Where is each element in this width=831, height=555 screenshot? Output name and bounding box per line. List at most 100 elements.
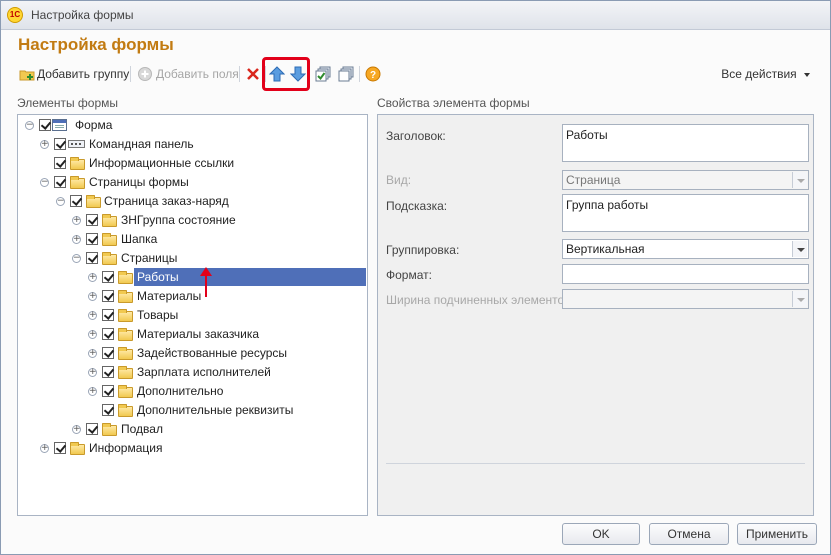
collapse-icon[interactable]: − <box>72 254 81 263</box>
tree-item[interactable]: + ЗНГруппа состояние <box>18 211 367 230</box>
tree-item[interactable]: Информационные ссылки <box>18 154 367 173</box>
tree-item[interactable]: + Шапка <box>18 230 367 249</box>
tree-item[interactable]: − Страница заказ-наряд <box>18 192 367 211</box>
folder-icon <box>102 423 117 436</box>
divider <box>386 463 805 464</box>
tree-item[interactable]: − Форма <box>18 116 367 135</box>
all-actions-menu[interactable]: Все действия <box>721 67 810 81</box>
folder-icon <box>70 442 85 455</box>
expand-icon[interactable]: + <box>88 349 97 358</box>
apply-button[interactable]: Применить <box>737 523 817 545</box>
tree-item-label: Материалы <box>137 289 202 303</box>
grouping-select[interactable]: Вертикальная <box>562 239 809 259</box>
element-properties-label: Свойства элемента формы <box>377 96 530 110</box>
folder-icon <box>118 347 133 360</box>
folder-icon <box>86 195 101 208</box>
dropdown-arrow-icon <box>804 72 810 77</box>
tree-item-checkbox[interactable] <box>86 233 98 245</box>
folder-icon <box>118 271 133 284</box>
expand-icon[interactable]: + <box>88 387 97 396</box>
form-elements-tree[interactable]: − Форма + Командная панель Информационные сс… <box>17 114 368 516</box>
tree-item-checkbox[interactable] <box>54 176 66 188</box>
format-field[interactable] <box>562 264 809 284</box>
element-properties-panel: Заголовок: Работы Вид: Страница Подсказк… <box>377 114 814 516</box>
delete-button[interactable] <box>245 64 261 84</box>
collapse-icon[interactable]: − <box>25 121 34 130</box>
tree-item-checkbox[interactable] <box>102 309 114 321</box>
tree-item[interactable]: + Подвал <box>18 420 367 439</box>
tree-item-checkbox[interactable] <box>54 138 66 150</box>
tree-item-checkbox[interactable] <box>102 404 114 416</box>
kind-select[interactable]: Страница <box>562 170 809 190</box>
tree-item-checkbox[interactable] <box>86 252 98 264</box>
copy-list-icon <box>338 66 354 82</box>
expand-icon[interactable]: + <box>88 292 97 301</box>
expand-icon[interactable]: + <box>72 235 81 244</box>
svg-text:?: ? <box>370 70 376 81</box>
tree-item[interactable]: + Дополнительно <box>18 382 367 401</box>
expand-icon[interactable]: + <box>88 273 97 282</box>
check-list-icon <box>315 66 331 82</box>
check-all-button[interactable] <box>315 64 331 84</box>
expand-icon[interactable]: + <box>72 216 81 225</box>
tree-item-checkbox[interactable] <box>86 214 98 226</box>
folder-icon <box>102 252 117 265</box>
tree-item[interactable]: + Командная панель <box>18 135 367 154</box>
title-field[interactable]: Работы <box>562 124 809 162</box>
tree-item[interactable]: − Страницы <box>18 249 367 268</box>
tree-item-label: Информация <box>89 441 163 455</box>
title-field-label: Заголовок: <box>386 129 446 143</box>
uncheck-all-button[interactable] <box>338 64 354 84</box>
folder-icon <box>118 309 133 322</box>
ok-button[interactable]: OK <box>562 523 640 545</box>
folder-icon <box>70 157 85 170</box>
tree-item[interactable]: + Материалы <box>18 287 367 306</box>
tree-item[interactable]: + Работы <box>18 268 367 287</box>
tree-item[interactable]: − Страницы формы <box>18 173 367 192</box>
collapse-icon[interactable]: − <box>40 178 49 187</box>
tree-item-checkbox[interactable] <box>86 423 98 435</box>
help-button[interactable]: ? <box>365 64 381 84</box>
dropdown-arrow-icon <box>792 241 807 257</box>
tree-item[interactable]: + Материалы заказчика <box>18 325 367 344</box>
tree-item-checkbox[interactable] <box>54 442 66 454</box>
tree-item[interactable]: + Зарплата исполнителей <box>18 363 367 382</box>
tree-item-checkbox[interactable] <box>54 157 66 169</box>
add-group-button[interactable]: Добавить группу <box>19 64 129 84</box>
expand-icon[interactable]: + <box>88 368 97 377</box>
tree-item[interactable]: Дополнительные реквизиты <box>18 401 367 420</box>
tree-item-checkbox[interactable] <box>102 271 114 283</box>
tree-item[interactable]: + Товары <box>18 306 367 325</box>
tree-item-label: Страницы формы <box>89 175 189 189</box>
tree-item-checkbox[interactable] <box>102 347 114 359</box>
tree-item-checkbox[interactable] <box>102 366 114 378</box>
tree-item-checkbox[interactable] <box>102 328 114 340</box>
folder-icon <box>118 366 133 379</box>
folder-icon <box>102 214 117 227</box>
add-circle-icon <box>137 66 153 82</box>
tree-item-checkbox[interactable] <box>102 385 114 397</box>
tree-item-label: Командная панель <box>89 137 194 151</box>
tree-item-checkbox[interactable] <box>102 290 114 302</box>
expand-icon[interactable]: + <box>72 425 81 434</box>
tree-item[interactable]: + Информация <box>18 439 367 458</box>
tree-item-label: Дополнительные реквизиты <box>137 403 294 417</box>
toolbar: Добавить группу Добавить поля ? Все дейс… <box>1 61 830 87</box>
tree-item[interactable]: + Задействованные ресурсы <box>18 344 367 363</box>
kind-value: Страница <box>566 173 621 187</box>
tree-item-label: Шапка <box>121 232 158 246</box>
tree-item-checkbox[interactable] <box>39 119 51 131</box>
collapse-icon[interactable]: − <box>56 197 65 206</box>
width-select[interactable] <box>562 289 809 309</box>
expand-icon[interactable]: + <box>88 330 97 339</box>
tree-item-checkbox[interactable] <box>70 195 82 207</box>
expand-icon[interactable]: + <box>88 311 97 320</box>
tree-item-label: Дополнительно <box>137 384 224 398</box>
toolbar-separator <box>239 66 240 82</box>
expand-icon[interactable]: + <box>40 444 49 453</box>
add-fields-button[interactable]: Добавить поля <box>137 64 239 84</box>
hint-field[interactable]: Группа работы <box>562 194 809 232</box>
expand-icon[interactable]: + <box>40 140 49 149</box>
help-icon: ? <box>365 66 381 82</box>
cancel-button[interactable]: Отмена <box>649 523 729 545</box>
